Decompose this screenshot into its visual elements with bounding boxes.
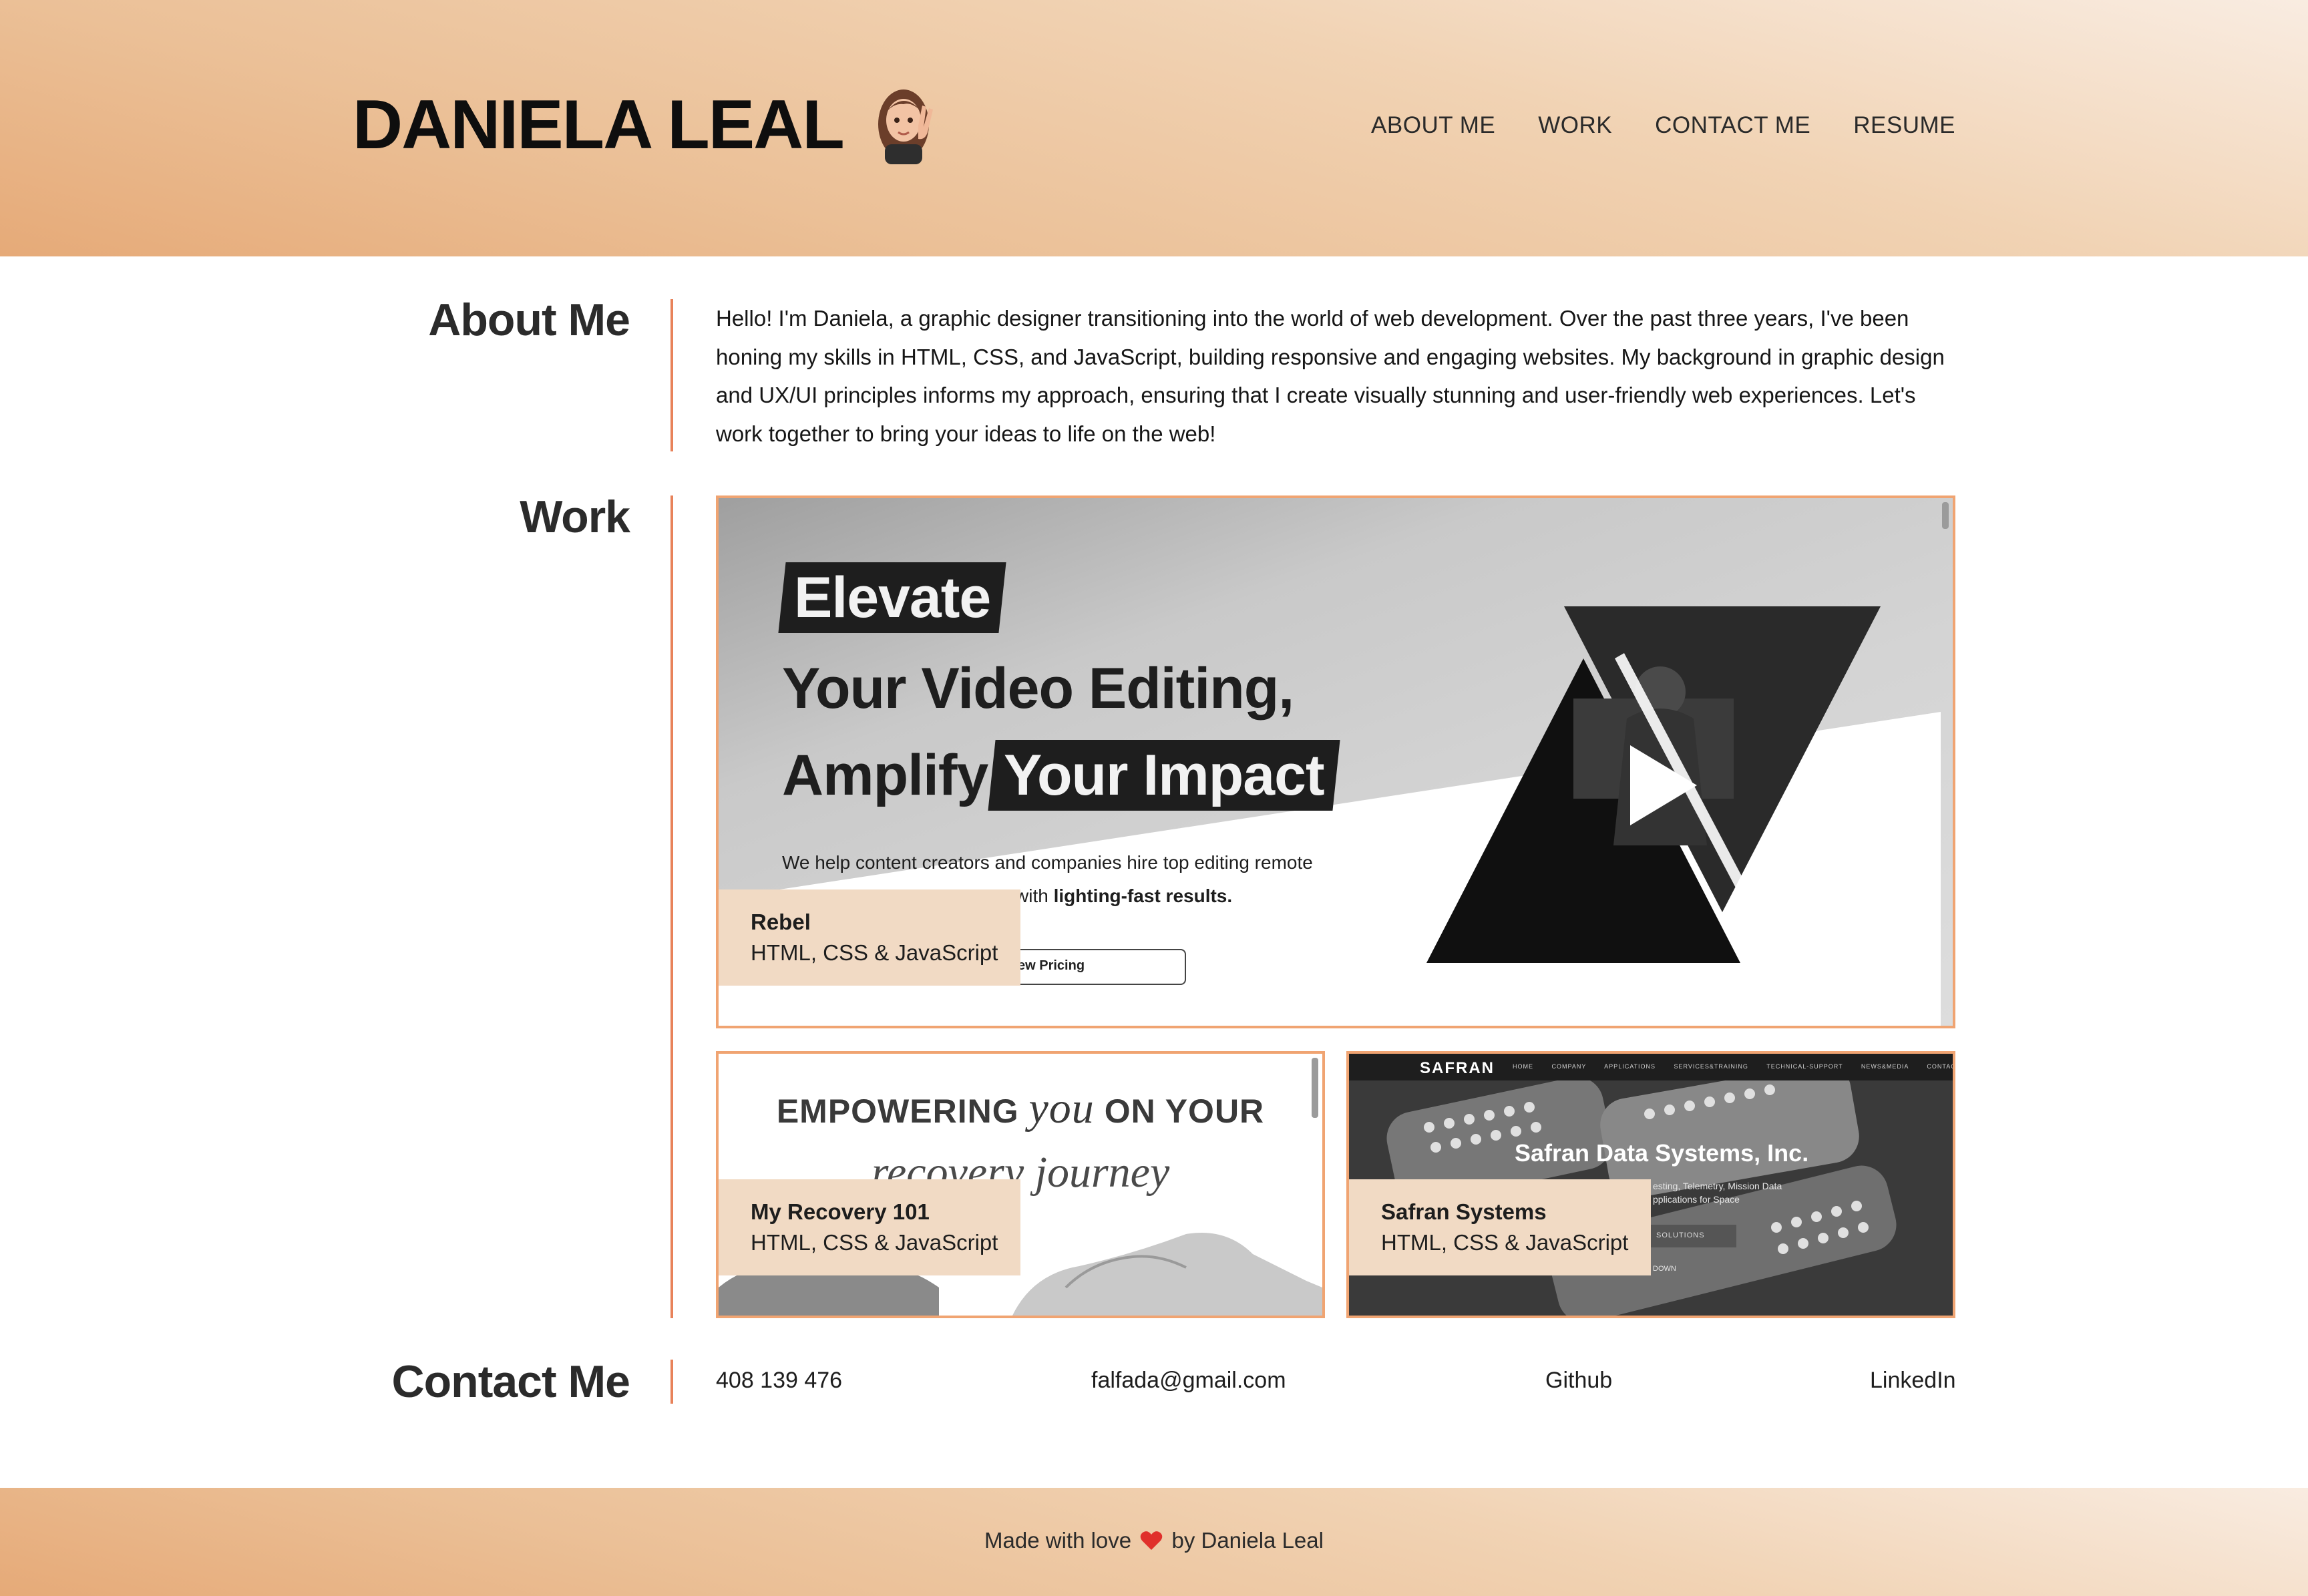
about-line: work together to bring your ideas to lif… — [716, 421, 1216, 446]
about-line: Hello! I'm Daniela, a graphic designer t… — [716, 306, 1909, 331]
project-name: My Recovery 101 — [751, 1199, 930, 1224]
project-caption: Rebel HTML, CSS & JavaScript — [719, 889, 1020, 986]
project-name: Safran Systems — [1381, 1199, 1547, 1224]
preview-scrollbar — [1312, 1058, 1318, 1118]
safran-navbar: SAFRAN HOME COMPANY APPLICATIONS SERVICE… — [1349, 1054, 1953, 1080]
contact-github[interactable]: Github — [1545, 1368, 1612, 1394]
project-card-rebel[interactable]: Elevate Your Video Editing, Amplify Your … — [716, 495, 1955, 1028]
about-paragraph: Hello! I'm Daniela, a graphic designer t… — [716, 299, 1958, 453]
main-nav: ABOUT ME WORK CONTACT ME RESUME — [1371, 112, 1955, 139]
memoji-peace-sign-icon — [870, 85, 937, 164]
safran-logo: SAFRAN — [1420, 1059, 1495, 1077]
contact-phone[interactable]: 408 139 476 — [716, 1368, 842, 1394]
about-line: honing my skills in HTML, CSS, and JavaS… — [716, 344, 1945, 369]
project-caption: My Recovery 101 HTML, CSS & JavaScript — [719, 1179, 1020, 1275]
contact-title: Contact Me — [391, 1356, 630, 1407]
about-line: and UX/UI principles informs my approach… — [716, 383, 1916, 407]
nav-work[interactable]: WORK — [1538, 112, 1612, 139]
nav-about-me[interactable]: ABOUT ME — [1371, 112, 1495, 139]
nav-contact-me[interactable]: CONTACT ME — [1655, 112, 1810, 139]
work-title: Work — [520, 491, 630, 542]
recovery-heading: EMPOWERING you ON YOUR — [776, 1084, 1265, 1133]
safran-hero-text: esting, Telemetry, Mission Data — [1653, 1181, 1782, 1191]
site-footer: Made with love by Daniela Leal — [0, 1488, 2308, 1596]
rebel-heading-line2: Your Video Editing, — [782, 656, 1294, 721]
project-card-safran[interactable]: SAFRAN HOME COMPANY APPLICATIONS SERVICE… — [1346, 1051, 1955, 1318]
safran-solutions-button: SOLUTIONS — [1650, 1225, 1736, 1247]
contact-linkedin[interactable]: LinkedIn — [1870, 1368, 1956, 1394]
contact-email[interactable]: falfada@gmail.com — [1091, 1368, 1286, 1394]
safran-scroll-hint: DOWN — [1653, 1265, 1676, 1273]
work-divider — [670, 495, 673, 1318]
project-name: Rebel — [751, 910, 811, 934]
footer-credit: Made with love by Daniela Leal — [0, 1528, 2308, 1553]
rebel-pricing-button: ew Pricing — [999, 949, 1186, 985]
footer-suffix: by Daniela Leal — [1171, 1528, 1324, 1553]
about-title: About Me — [428, 294, 630, 345]
site-title[interactable]: DANIELA LEAL — [353, 90, 845, 160]
project-caption: Safran Systems HTML, CSS & JavaScript — [1349, 1179, 1651, 1275]
preview-scrollbar — [1942, 502, 1949, 529]
rebel-subtext-2: with lighting-fast results. — [1015, 885, 1233, 906]
contact-divider — [670, 1360, 673, 1404]
red-heart-icon — [1140, 1531, 1163, 1551]
safran-hero-text: pplications for Space — [1653, 1194, 1740, 1205]
project-tech: HTML, CSS & JavaScript — [751, 1230, 998, 1255]
safran-nav-links: HOME COMPANY APPLICATIONS SERVICES&TRAIN… — [1513, 1063, 1955, 1070]
project-tech: HTML, CSS & JavaScript — [1381, 1230, 1629, 1255]
site-header: DANIELA LEAL ABOUT ME WORK CONTACT ME RE… — [0, 0, 2308, 256]
rebel-heading-line3: Amplify Your Impact — [782, 740, 1340, 811]
rebel-subtext: We help content creators and companies h… — [782, 852, 1313, 873]
safran-hero-title: Safran Data Systems, Inc. — [1515, 1139, 1809, 1167]
about-divider — [670, 299, 673, 451]
footer-prefix: Made with love — [984, 1528, 1132, 1553]
nav-resume[interactable]: RESUME — [1853, 112, 1955, 139]
brand: DANIELA LEAL — [353, 85, 937, 164]
rebel-heading-line1: Elevate — [778, 562, 1006, 633]
project-tech: HTML, CSS & JavaScript — [751, 940, 998, 965]
project-card-my-recovery[interactable]: EMPOWERING you ON YOUR recovery journey … — [716, 1051, 1325, 1318]
